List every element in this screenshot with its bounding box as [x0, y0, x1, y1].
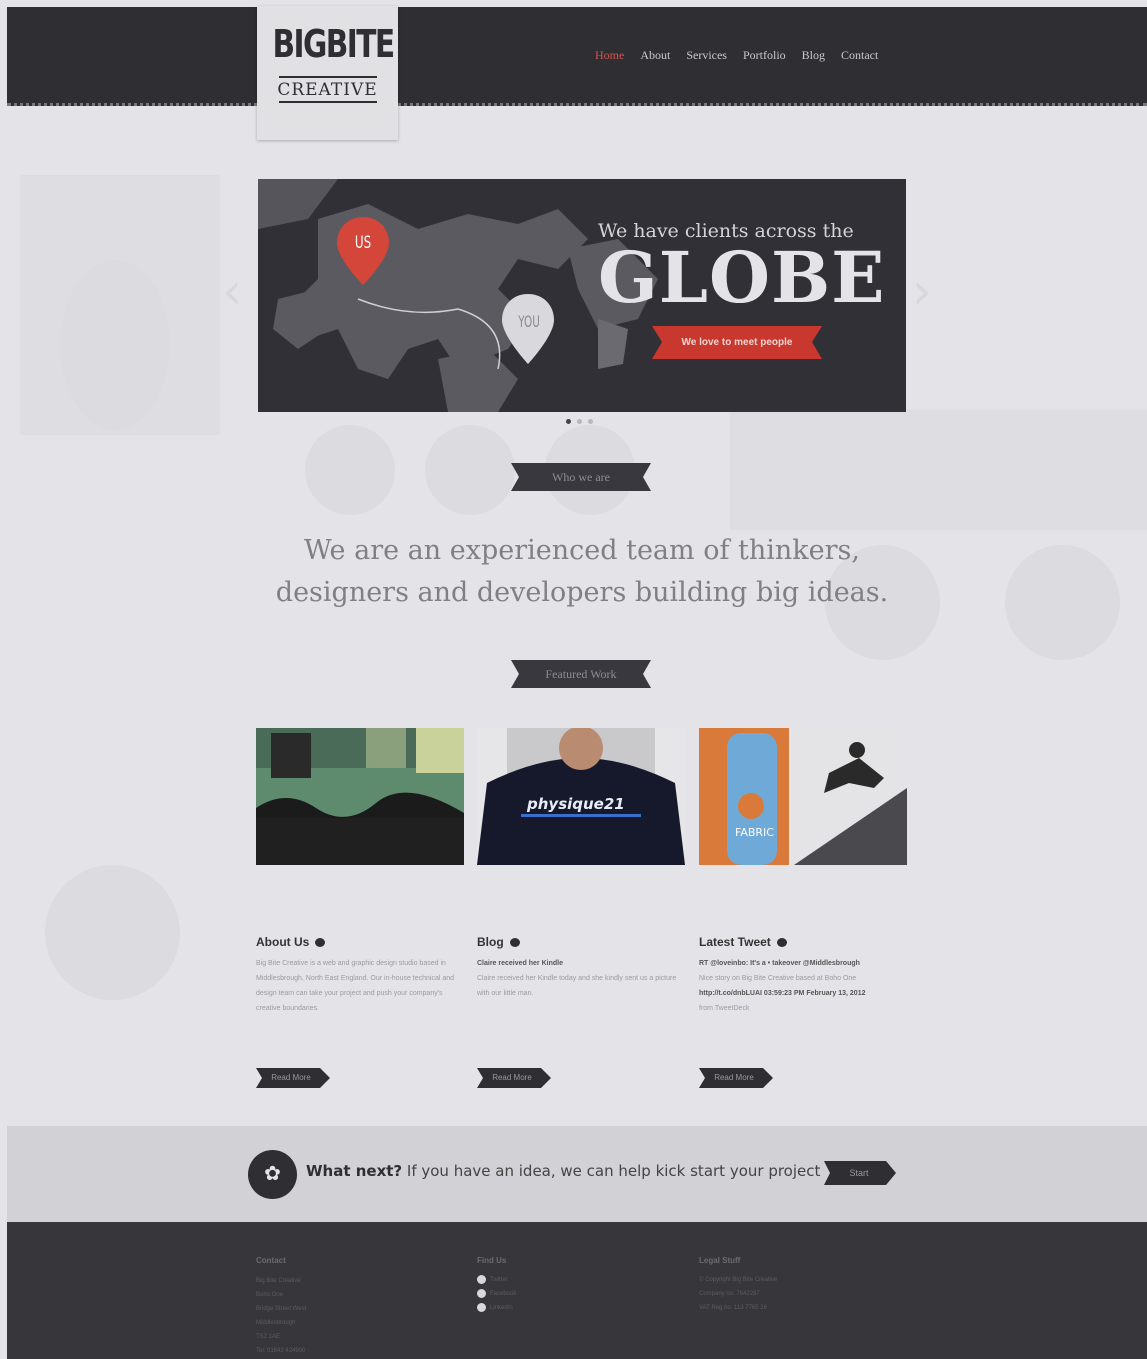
logo-rule	[279, 101, 377, 103]
nav-about[interactable]: About	[640, 48, 670, 63]
background-ghost-circle	[305, 425, 395, 515]
cta-sentence: If you have an idea, we can help kick st…	[402, 1162, 821, 1180]
nav-contact[interactable]: Contact	[841, 48, 878, 63]
intro-text: We are an experienced team of thinkers, …	[240, 530, 924, 614]
footer-contact-line: Big Bite Creative	[256, 1278, 301, 1284]
footer-legal-title: Legal Stuff	[699, 1256, 741, 1265]
tweet-line-1: RT @loveinbo: It's a • takeover @Middles…	[699, 960, 860, 967]
site-footer	[7, 1222, 1147, 1359]
background-ghost-circle	[45, 865, 180, 1000]
tweet-text-block: RT @loveinbo: It's a • takeover @Middles…	[699, 956, 907, 1016]
featured-work-ribbon: Featured Work	[511, 660, 651, 688]
tweet-title: Latest Tweet	[699, 935, 787, 949]
blog-title: Blog	[477, 935, 520, 949]
blog-post-excerpt: Claire received her Kindle today and she…	[477, 975, 677, 997]
background-ghost-circle	[425, 425, 515, 515]
brain-icon: ✿	[248, 1150, 297, 1199]
portfolio-thumb-3[interactable]: FABRIC	[699, 728, 907, 865]
site-header	[7, 7, 1147, 106]
about-read-more-button[interactable]: Read More	[256, 1068, 330, 1088]
background-ghost-panel	[730, 410, 1147, 530]
pin-you-label: YOU	[518, 312, 540, 331]
footer-contact-line: Bridge Street West	[256, 1306, 307, 1312]
slide-ribbon-text: We love to meet people	[681, 337, 793, 348]
twitter-icon	[477, 1275, 486, 1284]
thumb-3-deck-text: FABRIC	[735, 826, 774, 839]
who-we-are-ribbon: Who we are	[511, 463, 651, 491]
tweet-title-text: Latest Tweet	[699, 935, 771, 949]
nav-services[interactable]: Services	[686, 48, 727, 63]
footer-facebook-link[interactable]: Facebook	[477, 1289, 516, 1298]
blog-text-block: Claire received her Kindle Claire receiv…	[477, 956, 685, 1001]
footer-contact-line: Tel: 01642 424900	[256, 1348, 306, 1354]
tweet-line-4: from TweetDeck	[699, 1005, 750, 1012]
tweet-read-more-label: Read More	[714, 1073, 754, 1082]
slide-headline-big: GLOBE	[598, 236, 886, 319]
slider-dot[interactable]	[588, 419, 593, 424]
cta-strong: What next?	[306, 1162, 403, 1180]
slider-dot[interactable]	[566, 419, 571, 424]
blog-read-more-button[interactable]: Read More	[477, 1068, 551, 1088]
slider-dots	[566, 419, 593, 424]
tweet-read-more-button[interactable]: Read More	[699, 1068, 773, 1088]
footer-twitter-link[interactable]: Twitter	[477, 1275, 508, 1284]
slider-next-arrow[interactable]: ›	[912, 262, 932, 320]
slide-ribbon: We love to meet people	[652, 326, 822, 359]
cta-start-label: Start	[849, 1168, 869, 1178]
intro-line-1: We are an experienced team of thinkers,	[304, 535, 860, 566]
about-title-text: About Us	[256, 935, 310, 949]
footer-facebook-label: Facebook	[490, 1291, 517, 1298]
nav-portfolio[interactable]: Portfolio	[743, 48, 786, 63]
main-nav: Home About Services Portfolio Blog Conta…	[595, 48, 878, 63]
logo-subtitle: CREATIVE	[277, 80, 378, 100]
speech-bubble-icon	[509, 937, 520, 947]
thumb-2-shirt-text: physique21	[527, 795, 625, 813]
background-ghost-circle	[1005, 545, 1120, 660]
footer-legal-line: Company no. 7642287	[699, 1291, 760, 1297]
twitter-bird-icon	[776, 937, 787, 947]
pin-us-label: US	[354, 233, 372, 253]
portfolio-thumb-1[interactable]	[256, 728, 464, 865]
slider-prev-arrow[interactable]: ‹	[222, 262, 242, 320]
about-text: Big Bite Creative is a web and graphic d…	[256, 960, 455, 1012]
linkedin-icon	[477, 1303, 486, 1312]
blog-read-more-label: Read More	[492, 1073, 532, 1082]
nav-home[interactable]: Home	[595, 48, 624, 63]
footer-legal-line: © Copyright Big Bite Creative	[699, 1277, 778, 1283]
thumb-3-art	[699, 728, 907, 865]
tweet-line-2: Nice story on Big Bite Creative based at…	[699, 975, 857, 982]
footer-contact-title: Contact	[256, 1256, 286, 1265]
cta-text: What next? If you have an idea, we can h…	[306, 1162, 820, 1180]
featured-work-label: Featured Work	[545, 667, 617, 681]
background-ghost-circle	[60, 260, 170, 430]
logo-wordmark: BIGBITE	[272, 22, 396, 66]
footer-find-title: Find Us	[477, 1256, 507, 1265]
about-title: About Us	[256, 935, 326, 949]
footer-contact-line: TS2 1AE	[256, 1334, 281, 1340]
footer-twitter-label: Twitter	[490, 1277, 508, 1284]
footer-contact-line: Middlesbrough	[256, 1320, 296, 1326]
nav-blog[interactable]: Blog	[802, 48, 825, 63]
footer-legal-line: VAT Reg no. 113 7765 26	[699, 1305, 767, 1311]
tweet-line-3[interactable]: http://t.co/dnbLUAI 03:59:23 PM February…	[699, 990, 866, 997]
thumb-1-art	[256, 728, 464, 865]
portfolio-thumb-2[interactable]: physique21	[477, 728, 685, 865]
about-read-more-label: Read More	[271, 1073, 311, 1082]
logo-rule	[279, 76, 377, 78]
site-logo[interactable]: BIGBITE CREATIVE	[257, 6, 398, 140]
footer-linkedin-label: LinkedIn	[490, 1305, 513, 1312]
intro-line-2: designers and developers building big id…	[275, 577, 889, 608]
footer-linkedin-link[interactable]: LinkedIn	[477, 1303, 513, 1312]
blog-post-title[interactable]: Claire received her Kindle	[477, 960, 563, 967]
footer-contact-line: Boho One	[256, 1292, 284, 1298]
cta-start-button[interactable]: Start	[824, 1161, 896, 1185]
slider-dot[interactable]	[577, 419, 582, 424]
blog-title-text: Blog	[477, 935, 504, 949]
who-we-are-label: Who we are	[552, 470, 610, 484]
heart-icon	[315, 937, 326, 947]
facebook-icon	[477, 1289, 486, 1298]
